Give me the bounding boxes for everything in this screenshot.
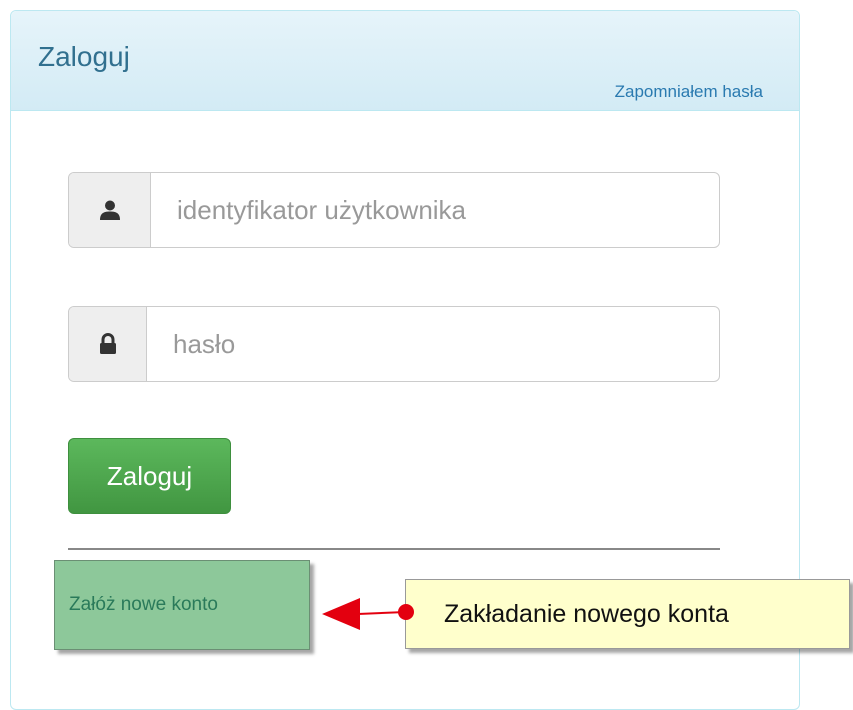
password-input[interactable] (147, 307, 719, 381)
annotation-callout: Zakładanie nowego konta (405, 579, 850, 649)
password-input-group (68, 306, 720, 382)
forgot-password-link[interactable]: Zapomniałem hasła (615, 82, 763, 102)
username-input[interactable] (151, 173, 719, 247)
divider (68, 548, 720, 550)
panel-title: Zaloguj (38, 41, 130, 72)
lock-icon (69, 307, 147, 381)
username-input-group (68, 172, 720, 248)
panel-heading: Zaloguj Zapomniałem hasła (11, 11, 799, 111)
register-account-link[interactable]: Załóż nowe konto (54, 560, 310, 650)
login-button[interactable]: Zaloguj (68, 438, 231, 514)
user-icon (69, 173, 151, 247)
